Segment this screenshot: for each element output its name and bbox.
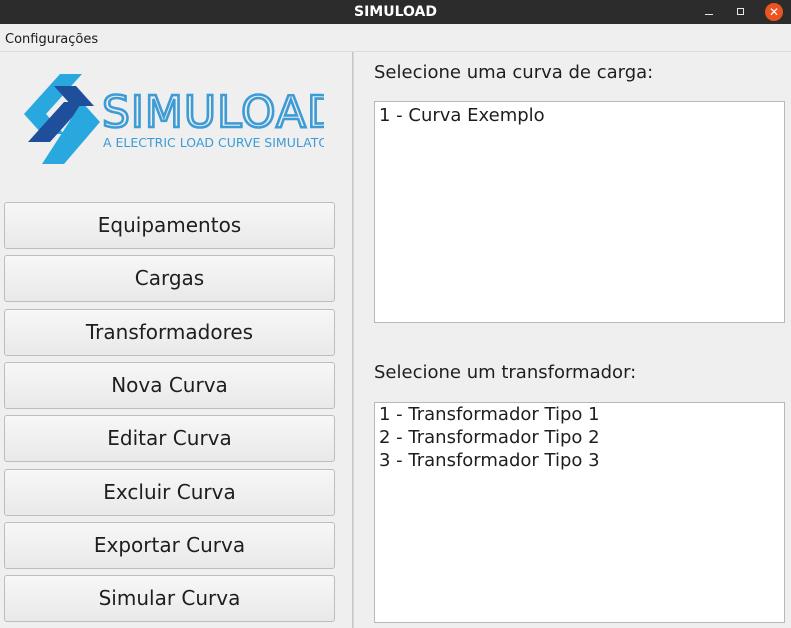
list-item[interactable]: 3 - Transformador Tipo 3 (375, 449, 784, 472)
minimize-button[interactable] (699, 2, 719, 22)
exportar-curva-button[interactable]: Exportar Curva (4, 522, 335, 569)
nova-curva-button[interactable]: Nova Curva (4, 362, 335, 409)
maximize-icon (737, 8, 744, 15)
list-item[interactable]: 1 - Transformador Tipo 1 (375, 403, 784, 426)
transformer-list[interactable]: 1 - Transformador Tipo 1 2 - Transformad… (374, 402, 785, 623)
editar-curva-button[interactable]: Editar Curva (4, 415, 335, 462)
list-item[interactable]: 1 - Curva Exemplo (375, 104, 784, 127)
curve-list[interactable]: 1 - Curva Exemplo (374, 101, 785, 323)
equipamentos-button[interactable]: Equipamentos (4, 202, 335, 249)
simular-curva-button[interactable]: Simular Curva (4, 575, 335, 622)
simuload-logo: SIMULOAD A ELECTRIC LOAD CURVE SIMULATOR (24, 74, 324, 164)
window-title: SIMULOAD (354, 4, 437, 20)
curve-list-label: Selecione uma curva de carga: (374, 62, 654, 83)
logo-tagline: A ELECTRIC LOAD CURVE SIMULATOR (103, 135, 324, 150)
menu-bar: Configurações (0, 24, 791, 52)
list-item[interactable]: 2 - Transformador Tipo 2 (375, 426, 784, 449)
excluir-curva-button[interactable]: Excluir Curva (4, 469, 335, 516)
minimize-icon (705, 14, 713, 15)
menu-configuracoes[interactable]: Configurações (5, 32, 98, 47)
panel-splitter[interactable] (352, 52, 354, 628)
logo-emblem-icon (24, 74, 100, 164)
title-bar: SIMULOAD ✕ (0, 0, 791, 24)
maximize-button[interactable] (731, 2, 751, 22)
close-button[interactable]: ✕ (765, 3, 783, 21)
transformadores-button[interactable]: Transformadores (4, 309, 335, 356)
logo-wordmark: SIMULOAD (102, 87, 324, 138)
cargas-button[interactable]: Cargas (4, 255, 335, 302)
transformer-list-label: Selecione um transformador: (374, 362, 637, 383)
close-icon: ✕ (768, 5, 780, 19)
